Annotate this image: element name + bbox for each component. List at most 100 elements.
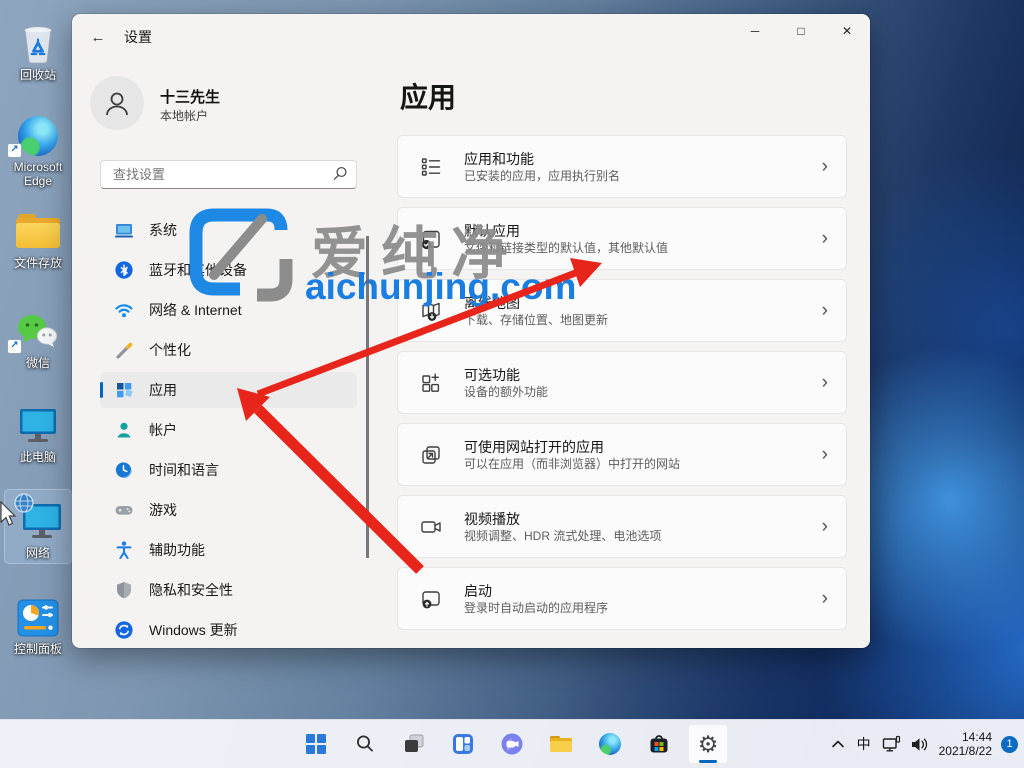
back-button[interactable]: ← [84, 24, 112, 52]
search-box[interactable] [100, 160, 357, 189]
chevron-right-icon: › [821, 155, 828, 177]
offline-maps-icon [418, 298, 444, 324]
video-playback-icon [418, 514, 444, 540]
folder-icon [5, 210, 71, 254]
sidebar-item-personalization[interactable]: 个性化 [100, 332, 357, 368]
file-explorer-button[interactable] [541, 724, 581, 764]
sidebar-item-label: 网络 & Internet [149, 302, 242, 318]
task-view-icon [405, 734, 424, 752]
chat-button[interactable] [492, 724, 532, 764]
personalization-icon [114, 340, 134, 360]
sidebar-item-time-language[interactable]: 时间和语言 [100, 452, 357, 488]
widgets-button[interactable] [443, 724, 483, 764]
network-icon [5, 492, 71, 544]
sidebar-item-network-internet[interactable]: 网络 & Internet [100, 292, 357, 328]
desktop-icon-label: 回收站 [19, 68, 56, 82]
desktop-icon-label: 控制面板 [13, 642, 62, 656]
settings-list: 应用和功能 已安装的应用，应用执行别名 › 默认应用 文件和链接类型的默认值，其… [397, 135, 847, 639]
wechat-icon: ↗ [5, 310, 71, 354]
control-panel-icon [5, 596, 71, 640]
setting-title: 启动 [464, 582, 492, 599]
chevron-right-icon: › [821, 299, 828, 321]
user-account-type: 本地帐户 [160, 109, 209, 123]
edge-icon: ↗ [5, 114, 71, 158]
desktop-icon-label: 网络 [25, 546, 50, 560]
setting-title: 视频播放 [464, 510, 520, 527]
desktop-icon-control-panel[interactable]: 控制面板 [5, 594, 71, 659]
setting-subtitle: 可以在应用（而非浏览器）中打开的网站 [464, 456, 681, 471]
sidebar-item-privacy-security[interactable]: 隐私和安全性 [100, 572, 357, 608]
sidebar-item-bluetooth-devices[interactable]: 蓝牙和其他设备 [100, 252, 357, 288]
default-apps-icon [418, 226, 444, 252]
sidebar-item-label: 辅助功能 [149, 542, 205, 558]
close-button[interactable]: ✕ [824, 14, 870, 48]
person-icon [106, 92, 128, 116]
desktop-icon-recycle-bin[interactable]: 回收站 [5, 20, 71, 85]
desktop-icon-label: Microsoft Edge [13, 160, 63, 188]
setting-row-apps-features[interactable]: 应用和功能 已安装的应用，应用执行别名 › [397, 135, 847, 198]
minimize-button[interactable]: ─ [732, 14, 778, 48]
setting-title: 可使用网站打开的应用 [464, 438, 604, 455]
desktop-icon-file-storage[interactable]: 文件存放 [5, 208, 71, 273]
search-icon [333, 166, 347, 180]
setting-row-video-playback[interactable]: 视频播放 视频调整、HDR 流式处理、电池选项 › [397, 495, 847, 558]
desktop-icon-label: 文件存放 [13, 256, 62, 270]
sidebar-item-apps[interactable]: 应用 [100, 372, 357, 408]
gaming-icon [114, 500, 134, 520]
user-name: 十三先生 [160, 89, 221, 106]
taskbar: ⚙ 中 14:44 2021/8/22 1 [0, 719, 1024, 768]
search-input[interactable] [111, 161, 325, 188]
sidebar-item-accessibility[interactable]: 辅助功能 [100, 532, 357, 568]
network-tray-icon[interactable] [882, 735, 901, 753]
settings-window: ← 设置 ─ □ ✕ 十三先生 本地帐户 系统 [72, 14, 870, 648]
apps-icon [114, 380, 134, 400]
ime-indicator[interactable]: 中 [855, 734, 873, 754]
settings-button[interactable]: ⚙ [688, 724, 728, 764]
store-button[interactable] [639, 724, 679, 764]
setting-row-default-apps[interactable]: 默认应用 文件和链接类型的默认值，其他默认值 › [397, 207, 847, 270]
task-view-button[interactable] [394, 724, 434, 764]
taskbar-search-button[interactable] [345, 724, 385, 764]
setting-row-optional-features[interactable]: 可选功能 设备的额外功能 › [397, 351, 847, 414]
sidebar-item-label: 隐私和安全性 [149, 582, 233, 598]
start-button[interactable] [296, 724, 336, 764]
maximize-button[interactable]: □ [778, 14, 824, 48]
volume-icon[interactable] [910, 736, 930, 753]
setting-row-offline-maps[interactable]: 离线地图 下载、存储位置、地图更新 › [397, 279, 847, 342]
file-explorer-icon [550, 736, 572, 752]
setting-title: 默认应用 [464, 222, 520, 239]
setting-subtitle: 下载、存储位置、地图更新 [464, 312, 609, 327]
settings-gear-icon: ⚙ [697, 730, 719, 757]
setting-subtitle: 设备的额外功能 [464, 384, 549, 399]
setting-subtitle: 已安装的应用，应用执行别名 [464, 168, 621, 183]
recycle-bin-icon [5, 22, 71, 66]
chevron-right-icon: › [821, 371, 828, 393]
sidebar-nav: 系统 蓝牙和其他设备 网络 & Internet 个性化 应用 帐户 时间和语言… [100, 212, 357, 652]
startup-icon [418, 586, 444, 612]
apps-for-websites-icon [418, 442, 444, 468]
desktop-icon-wechat[interactable]: ↗ 微信 [5, 308, 71, 373]
sidebar-item-label: 帐户 [149, 422, 177, 438]
setting-subtitle: 视频调整、HDR 流式处理、电池选项 [464, 528, 662, 543]
sidebar-item-system[interactable]: 系统 [100, 212, 357, 248]
setting-row-apps-for-websites[interactable]: 可使用网站打开的应用 可以在应用（而非浏览器）中打开的网站 › [397, 423, 847, 486]
sidebar-item-windows-update[interactable]: Windows 更新 [100, 612, 357, 648]
sidebar-item-accounts[interactable]: 帐户 [100, 412, 357, 448]
tray-chevron-up-icon[interactable] [830, 737, 846, 751]
window-title: 设置 [124, 29, 152, 45]
edge-button[interactable] [590, 724, 630, 764]
sidebar-item-label: 蓝牙和其他设备 [149, 262, 247, 278]
store-icon [650, 735, 668, 753]
sidebar-item-gaming[interactable]: 游戏 [100, 492, 357, 528]
desktop-icon-this-pc[interactable]: 此电脑 [5, 402, 71, 467]
sidebar-item-label: 系统 [149, 222, 177, 238]
titlebar[interactable]: ← 设置 ─ □ ✕ [72, 14, 870, 62]
setting-row-startup[interactable]: 启动 登录时自动启动的应用程序 › [397, 567, 847, 630]
desktop-icon-edge[interactable]: ↗ Microsoft Edge [5, 112, 71, 191]
notification-badge[interactable]: 1 [1001, 735, 1018, 753]
avatar[interactable] [90, 76, 144, 130]
setting-title: 应用和功能 [464, 150, 534, 167]
desktop-icon-network[interactable]: 网络 [4, 489, 72, 564]
clock[interactable]: 14:44 2021/8/22 [939, 730, 992, 758]
setting-title: 可选功能 [464, 366, 520, 383]
